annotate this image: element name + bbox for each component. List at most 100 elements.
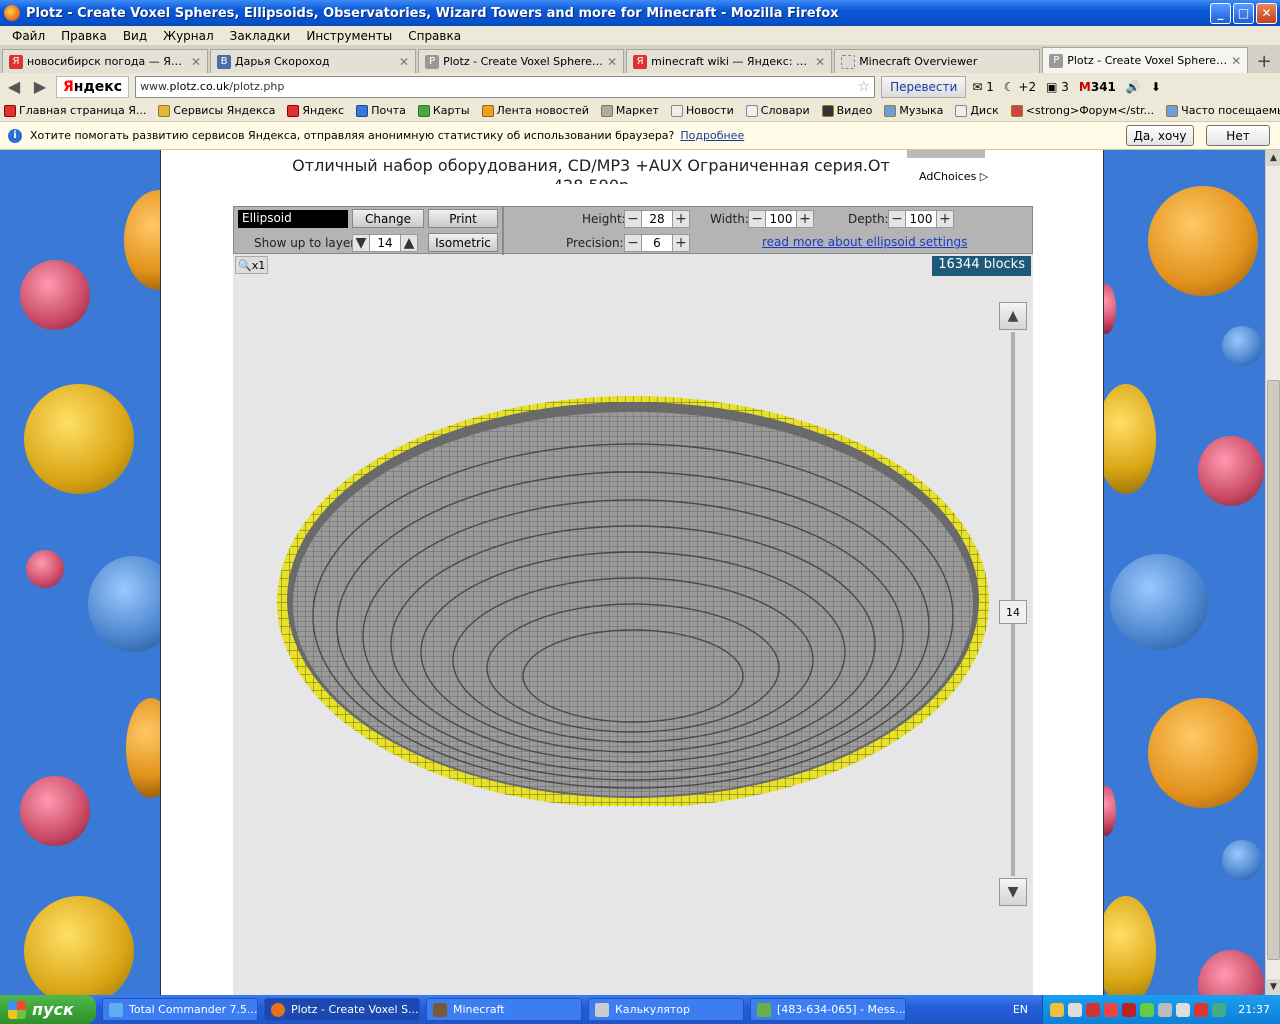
url-bar[interactable]: www. plotz.co.uk/plotz.php ☆	[135, 75, 876, 98]
scroll-thumb[interactable]	[1267, 380, 1280, 960]
tab-plotz-1[interactable]: P Plotz - Create Voxel Spheres, Elli... …	[418, 49, 625, 73]
bookmark-star-icon[interactable]: ☆	[858, 79, 871, 95]
height-minus-button[interactable]: −	[624, 210, 642, 228]
layer-up-button[interactable]: ▲	[400, 234, 418, 252]
menu-edit[interactable]: Правка	[53, 29, 115, 43]
precision-minus-button[interactable]: −	[624, 234, 642, 252]
layer-slider-up-button[interactable]: ▲	[999, 302, 1027, 330]
voxel-ellipsoid-render[interactable]	[273, 386, 993, 806]
bookmark-item[interactable]: Часто посещаемые	[1166, 104, 1280, 117]
depth-minus-button[interactable]: −	[888, 210, 906, 228]
notification-yes-button[interactable]: Да, хочу	[1126, 125, 1194, 146]
tab-minecraft-wiki[interactable]: Я minecraft wiki — Яндекс: нашл... ✕	[626, 49, 833, 73]
tray-icon[interactable]	[1176, 1002, 1191, 1017]
bookmark-item[interactable]: Почта	[356, 104, 406, 117]
layer-slider-thumb[interactable]: 14	[999, 600, 1027, 624]
tray-icon[interactable]	[1140, 1002, 1155, 1017]
bookmark-item[interactable]: Видео	[821, 104, 872, 117]
tab-close-icon[interactable]: ✕	[191, 55, 201, 69]
height-value[interactable]: 28	[642, 210, 672, 228]
precision-plus-button[interactable]: +	[672, 234, 690, 252]
layer-value[interactable]: 14	[370, 234, 400, 252]
shape-name-field[interactable]: Ellipsoid	[238, 210, 348, 228]
bookmark-item[interactable]: Музыка	[884, 104, 943, 117]
height-plus-button[interactable]: +	[672, 210, 690, 228]
forward-button[interactable]: ▶	[30, 77, 50, 96]
ad-banner-text[interactable]: Отличный набор оборудования, CD/MP3 +AUX…	[281, 156, 901, 184]
counter-icon[interactable]: ▣ 3	[1046, 80, 1069, 94]
minimize-button[interactable]: _	[1210, 2, 1231, 24]
width-value[interactable]: 100	[766, 210, 796, 228]
adchoices-link[interactable]: AdChoices ▷	[919, 170, 988, 183]
scroll-down-button[interactable]: ▼	[1266, 979, 1280, 995]
menu-view[interactable]: Вид	[115, 29, 155, 43]
depth-value[interactable]: 100	[906, 210, 936, 228]
weather-icon[interactable]: ☾ +2	[1004, 80, 1036, 94]
task-total-commander[interactable]: Total Commander 7.5...	[102, 998, 258, 1021]
width-minus-button[interactable]: −	[748, 210, 766, 228]
layer-slider-down-button[interactable]: ▼	[999, 878, 1027, 906]
bookmark-item[interactable]: Лента новостей	[481, 104, 589, 117]
print-button[interactable]: Print	[428, 209, 498, 228]
gmail-icon[interactable]: M341	[1079, 80, 1116, 94]
bookmark-item[interactable]: Маркет	[600, 104, 659, 117]
menu-file[interactable]: Файл	[4, 29, 53, 43]
width-plus-button[interactable]: +	[796, 210, 814, 228]
notification-no-button[interactable]: Нет	[1206, 125, 1270, 146]
translate-button[interactable]: Перевести	[881, 75, 967, 98]
bookmark-item[interactable]: Карты	[417, 104, 470, 117]
close-window-button[interactable]: ✕	[1256, 2, 1277, 24]
start-button[interactable]: пуск	[0, 995, 96, 1024]
layer-down-button[interactable]: ▼	[352, 234, 370, 252]
isometric-button[interactable]: Isometric	[428, 233, 498, 252]
tray-icon[interactable]	[1104, 1002, 1119, 1017]
menu-help[interactable]: Справка	[400, 29, 469, 43]
tray-icon[interactable]	[1212, 1002, 1227, 1017]
scroll-up-button[interactable]: ▲	[1266, 150, 1280, 166]
tab-plotz-active[interactable]: P Plotz - Create Voxel Spheres, Elli... …	[1042, 47, 1249, 73]
page-scrollbar[interactable]: ▲ ▼	[1265, 150, 1280, 995]
tab-close-icon[interactable]: ✕	[1231, 54, 1241, 68]
tab-minecraft-overviewer[interactable]: Minecraft Overviewer	[834, 49, 1041, 73]
tray-icon[interactable]	[1068, 1002, 1083, 1017]
notification-more-link[interactable]: Подробнее	[680, 129, 744, 142]
bookmark-item[interactable]: Сервисы Яндекса	[158, 104, 275, 117]
menu-tools[interactable]: Инструменты	[298, 29, 400, 43]
zoom-control[interactable]: 🔍 x1	[235, 256, 269, 274]
task-firefox[interactable]: Plotz - Create Voxel S...	[264, 998, 420, 1021]
tab-close-icon[interactable]: ✕	[815, 55, 825, 69]
precision-value[interactable]: 6	[642, 234, 672, 252]
tab-close-icon[interactable]: ✕	[399, 55, 409, 69]
volume-icon[interactable]: 🔊	[1126, 80, 1141, 94]
menu-bookmarks[interactable]: Закладки	[222, 29, 299, 43]
tab-close-icon[interactable]: ✕	[607, 55, 617, 69]
bookmark-item[interactable]: Главная страница Я...	[4, 104, 146, 117]
bookmark-item[interactable]: <strong>Форум</str...	[1010, 104, 1154, 117]
menu-history[interactable]: Журнал	[155, 29, 222, 43]
tray-icon[interactable]	[1122, 1002, 1137, 1017]
tab-yandex-weather[interactable]: Я новосибирск погода — Яндекс... ✕	[2, 49, 209, 73]
tray-icon[interactable]	[1050, 1002, 1065, 1017]
language-indicator[interactable]: EN	[1013, 1003, 1028, 1016]
back-button[interactable]: ◀	[4, 77, 24, 96]
task-minecraft[interactable]: Minecraft	[426, 998, 582, 1021]
yandex-logo[interactable]: Яндекс	[56, 75, 130, 98]
mail-icon[interactable]: ✉ 1	[972, 80, 994, 94]
download-icon[interactable]: ⬇	[1151, 80, 1161, 94]
bookmark-item[interactable]: Диск	[955, 104, 999, 117]
task-calculator[interactable]: Калькулятор	[588, 998, 744, 1021]
bookmark-item[interactable]: Новости	[670, 104, 734, 117]
bookmark-item[interactable]: Словари	[745, 104, 810, 117]
task-messenger[interactable]: [483-634-065] - Mess...	[750, 998, 906, 1021]
depth-plus-button[interactable]: +	[936, 210, 954, 228]
layer-slider[interactable]: ▲ 14 ▼	[999, 302, 1027, 906]
tray-icon[interactable]	[1158, 1002, 1173, 1017]
clock[interactable]: 21:37	[1238, 1003, 1270, 1016]
maximize-button[interactable]: □	[1233, 2, 1254, 24]
tray-icon[interactable]	[1194, 1002, 1209, 1017]
change-button[interactable]: Change	[352, 209, 424, 228]
new-tab-button[interactable]: +	[1250, 49, 1278, 73]
bookmark-item[interactable]: Яндекс	[287, 104, 344, 117]
tab-vk[interactable]: B Дарья Скороход ✕	[210, 49, 417, 73]
read-more-ellipsoid-link[interactable]: read more about ellipsoid settings	[762, 235, 967, 249]
